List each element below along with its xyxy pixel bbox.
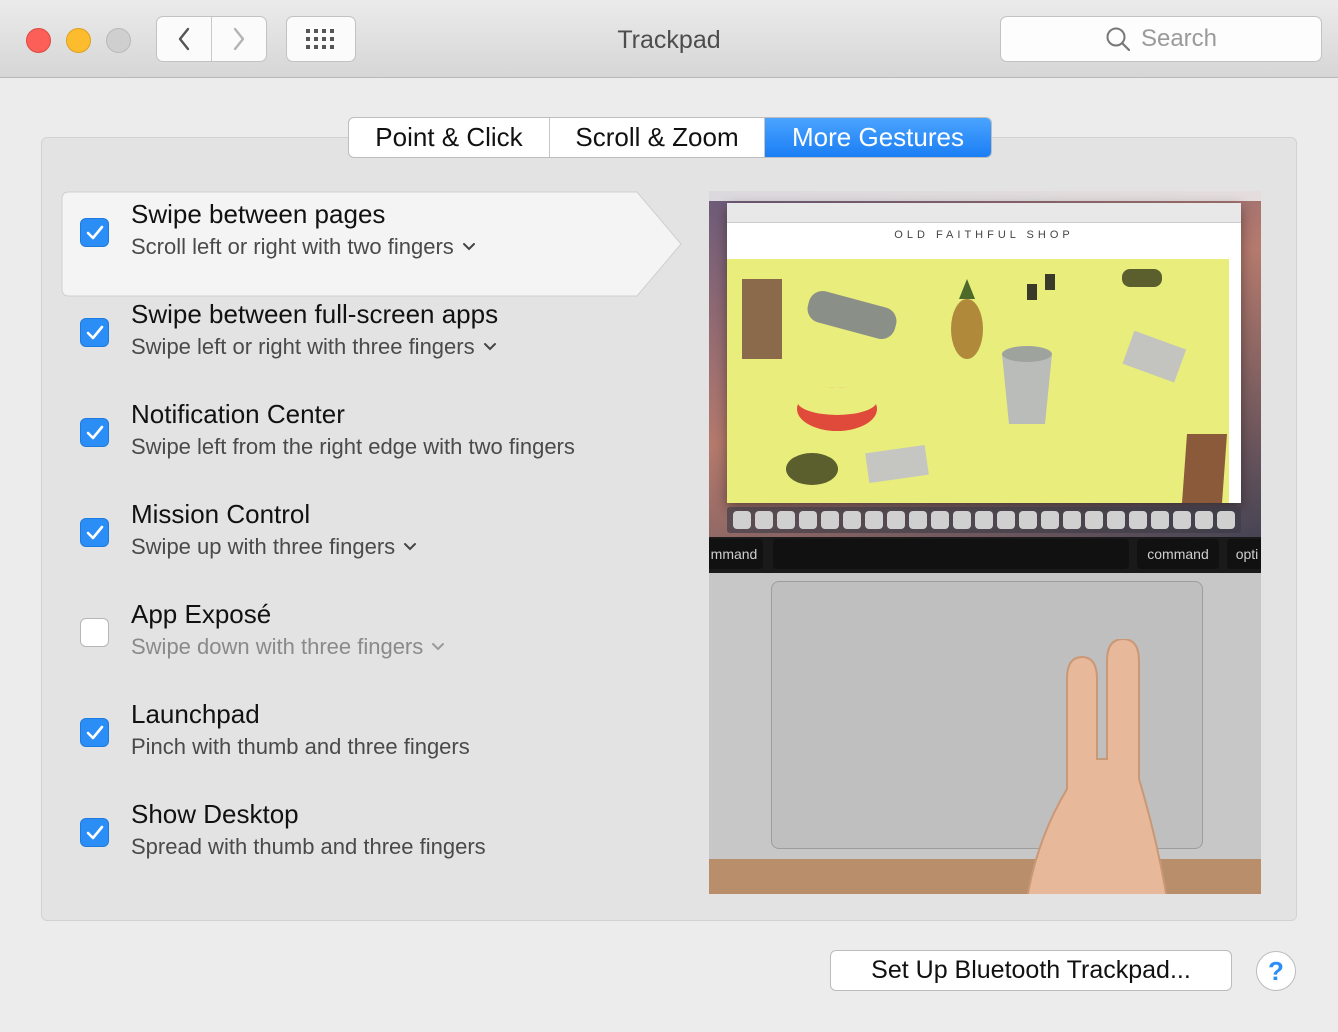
gesture-options-popup[interactable]: Swipe down with three fingers <box>131 634 445 660</box>
search-field[interactable]: Search <box>1000 16 1322 62</box>
checkmark-icon <box>86 525 103 539</box>
gesture-notification-center[interactable]: Notification Center Swipe left from the … <box>80 380 680 470</box>
preview-browser-window: OLD FAITHFUL SHOP <box>727 203 1241 503</box>
checkbox-swipe-between-full-screen-apps[interactable] <box>80 318 109 347</box>
chevron-down-icon <box>432 643 445 651</box>
search-icon <box>1106 27 1131 52</box>
gesture-description: Spread with thumb and three fingers <box>131 834 486 860</box>
gesture-app-expose[interactable]: App Exposé Swipe down with three fingers <box>80 580 680 670</box>
checkmark-icon <box>86 325 103 339</box>
gesture-preview-video: OLD FAITHFUL SHOP mmand command opti <box>709 191 1261 894</box>
two-finger-hand-icon <box>1027 639 1168 894</box>
preview-shop-hero-image <box>727 259 1229 503</box>
gesture-swipe-between-full-screen-apps[interactable]: Swipe between full-screen apps Swipe lef… <box>80 280 680 370</box>
checkmark-icon <box>86 725 103 739</box>
search-placeholder: Search <box>1140 25 1218 52</box>
gesture-options-popup[interactable]: Swipe left or right with three fingers <box>131 334 497 360</box>
gesture-title: Swipe between pages <box>131 199 386 229</box>
checkbox-show-desktop[interactable] <box>80 818 109 847</box>
tab-bar: Point & Click Scroll & Zoom More Gesture… <box>348 117 992 158</box>
checkbox-app-expose[interactable] <box>80 618 109 647</box>
checkbox-swipe-between-pages[interactable] <box>80 218 109 247</box>
gesture-title: Mission Control <box>131 499 311 529</box>
gesture-subtitle: Pinch with thumb and three fingers <box>131 734 470 759</box>
tab-point-and-click[interactable]: Point & Click <box>349 118 549 157</box>
preview-key-command-left: mmand <box>709 539 763 569</box>
checkbox-notification-center[interactable] <box>80 418 109 447</box>
checkbox-launchpad[interactable] <box>80 718 109 747</box>
preview-browser-toolbar <box>727 203 1241 223</box>
chevron-down-icon <box>483 343 496 351</box>
preview-dock <box>727 507 1241 533</box>
gesture-title: Swipe between full-screen apps <box>131 299 499 329</box>
preview-key-command-right: command <box>1137 539 1219 569</box>
preview-shop-title: OLD FAITHFUL SHOP <box>894 229 1074 241</box>
setup-bluetooth-trackpad-button[interactable]: Set Up Bluetooth Trackpad... <box>830 950 1232 991</box>
gesture-subtitle: Spread with thumb and three fingers <box>131 834 486 859</box>
chevron-down-icon <box>462 243 475 251</box>
tab-more-gestures[interactable]: More Gestures <box>764 118 991 157</box>
gesture-options-popup[interactable]: Swipe up with three fingers <box>131 534 417 560</box>
title-bar: Trackpad Search <box>0 0 1338 78</box>
checkmark-icon <box>86 225 103 239</box>
gesture-swipe-between-pages[interactable]: Swipe between pages Scroll left or right… <box>80 180 680 270</box>
preview-keyboard-row: mmand command opti <box>709 537 1261 573</box>
gesture-subtitle: Scroll left or right with two fingers <box>131 234 454 259</box>
gesture-title: Notification Center <box>131 399 345 429</box>
checkmark-icon <box>86 425 103 439</box>
gesture-mission-control[interactable]: Mission Control Swipe up with three fing… <box>80 480 680 570</box>
checkmark-icon <box>86 825 103 839</box>
gesture-description: Swipe left from the right edge with two … <box>131 434 575 460</box>
shop-products-illustration <box>742 269 1227 503</box>
chevron-down-icon <box>404 543 417 551</box>
gesture-title: Launchpad <box>131 699 260 729</box>
gesture-subtitle: Swipe up with three fingers <box>131 534 396 559</box>
preview-menubar <box>709 191 1261 201</box>
help-button[interactable]: ? <box>1256 951 1296 991</box>
checkbox-mission-control[interactable] <box>80 518 109 547</box>
preview-key-space <box>773 539 1129 569</box>
gesture-subtitle: Swipe left or right with three fingers <box>131 334 475 359</box>
gesture-title: App Exposé <box>131 599 272 629</box>
gesture-title: Show Desktop <box>131 799 299 829</box>
preview-key-option: opti <box>1227 539 1261 569</box>
gesture-options-popup[interactable]: Scroll left or right with two fingers <box>131 234 476 260</box>
gesture-launchpad[interactable]: Launchpad Pinch with thumb and three fin… <box>80 680 680 770</box>
gesture-show-desktop[interactable]: Show Desktop Spread with thumb and three… <box>80 780 680 870</box>
gesture-subtitle: Swipe left from the right edge with two … <box>131 434 575 459</box>
tab-scroll-and-zoom[interactable]: Scroll & Zoom <box>549 118 764 157</box>
gesture-subtitle: Swipe down with three fingers <box>131 634 424 659</box>
gesture-description: Pinch with thumb and three fingers <box>131 734 470 760</box>
